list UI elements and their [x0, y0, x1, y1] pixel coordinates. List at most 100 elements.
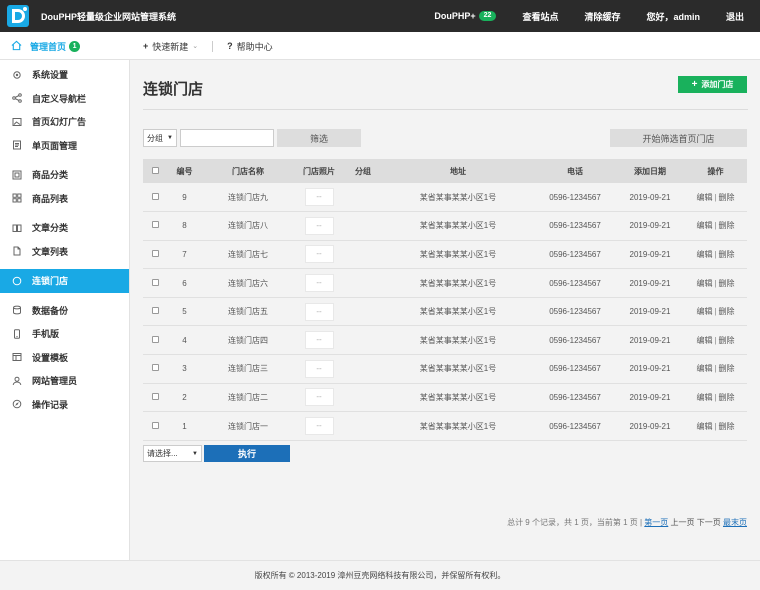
- table-row: 4 连锁门店四 -- 某省某事某某小区1号 0596-1234567 2019-09-21…: [143, 325, 747, 356]
- sidebar-item-operation-log[interactable]: 操作记录: [0, 393, 129, 417]
- row-checkbox[interactable]: [151, 249, 159, 257]
- row-select-cell: [143, 268, 167, 298]
- sidebar-item-article-category[interactable]: 文章分类: [0, 216, 129, 240]
- douphp-plus-label: DouPHP+: [434, 11, 476, 21]
- edit-link[interactable]: 编辑: [696, 193, 712, 202]
- edit-link[interactable]: 编辑: [696, 393, 712, 402]
- top-bar: DouPHP轻量级企业网站管理系统 DouPHP+ 22 查看站点 清除缓存 您…: [0, 0, 760, 32]
- delete-link[interactable]: 删除: [719, 336, 735, 345]
- edit-link[interactable]: 编辑: [696, 221, 712, 230]
- row-checkbox[interactable]: [151, 307, 159, 315]
- sidebar-item-custom-nav[interactable]: 自定义导航栏: [0, 87, 129, 111]
- sidebar-item-mobile[interactable]: 手机版: [0, 322, 129, 346]
- column-header: 电话: [534, 159, 616, 183]
- edit-link[interactable]: 编辑: [696, 307, 712, 316]
- home-store-filter-button[interactable]: 开始筛选首页门店: [610, 129, 747, 147]
- help-center-link[interactable]: ? 帮助中心: [227, 40, 273, 53]
- store-photo-cell: --: [294, 411, 344, 441]
- row-checkbox[interactable]: [151, 335, 159, 343]
- sidebar-item-template[interactable]: 设置模板: [0, 346, 129, 370]
- action-separator: |: [714, 278, 717, 288]
- edit-link[interactable]: 编辑: [696, 250, 712, 259]
- plus-icon: +: [691, 79, 698, 90]
- store-name-link[interactable]: 连锁门店五: [202, 297, 294, 327]
- select-all-checkbox[interactable]: [151, 166, 159, 174]
- delete-link[interactable]: 删除: [719, 193, 735, 202]
- store-address: 某省某事某某小区1号: [382, 240, 534, 270]
- store-name-link[interactable]: 连锁门店一: [202, 411, 294, 441]
- store-name-link[interactable]: 连锁门店四: [202, 325, 294, 356]
- delete-link[interactable]: 删除: [719, 364, 735, 373]
- delete-link[interactable]: 删除: [719, 307, 735, 316]
- last-page-link[interactable]: 最末页: [723, 518, 747, 527]
- title-divider: [143, 109, 748, 110]
- admin-home-link[interactable]: 管理首页 1: [0, 32, 130, 60]
- keyword-input[interactable]: [180, 129, 274, 147]
- row-checkbox[interactable]: [151, 221, 159, 229]
- row-select-cell: [143, 297, 167, 327]
- delete-link[interactable]: 删除: [719, 250, 735, 259]
- store-name-link[interactable]: 连锁门店二: [202, 383, 294, 413]
- edit-link[interactable]: 编辑: [696, 336, 712, 345]
- store-date: 2019-09-21: [616, 297, 684, 327]
- row-checkbox[interactable]: [151, 364, 159, 372]
- store-table: 编号 门店名称 门店照片 分组 地址 电话 添加日期 操作 9 连锁门店九 -- 某省…: [143, 159, 747, 441]
- batch-action-select[interactable]: 请选择... ▼: [143, 445, 202, 462]
- pagination-summary: 总计 9 个记录，共 1 页，当前第 1 页 |: [507, 518, 643, 527]
- sidebar-item-label: 商品分类: [32, 170, 69, 181]
- store-table-body: 9 连锁门店九 -- 某省某事某某小区1号 0596-1234567 2019-09-21…: [143, 183, 747, 441]
- view-site-link[interactable]: 查看站点: [522, 10, 558, 23]
- sidebar-item-label: 手机版: [32, 329, 60, 340]
- sidebar-item-product-list[interactable]: 商品列表: [0, 187, 129, 211]
- delete-link[interactable]: 删除: [719, 279, 735, 288]
- row-checkbox[interactable]: [151, 278, 159, 286]
- row-checkbox[interactable]: [151, 392, 159, 400]
- edit-link[interactable]: 编辑: [696, 422, 712, 431]
- first-page-link[interactable]: 第一页: [644, 518, 668, 527]
- logo-icon[interactable]: [5, 3, 31, 29]
- row-checkbox[interactable]: [151, 192, 159, 200]
- sidebar-item-single-page[interactable]: 单页面管理: [0, 134, 129, 158]
- store-name-link[interactable]: 连锁门店八: [202, 211, 294, 241]
- row-checkbox[interactable]: [151, 421, 159, 429]
- add-store-button[interactable]: + 添加门店: [678, 76, 747, 93]
- row-select-cell: [143, 240, 167, 270]
- clear-cache-link[interactable]: 清除缓存: [584, 10, 620, 23]
- delete-link[interactable]: 删除: [719, 422, 735, 431]
- logout-link[interactable]: 退出: [726, 10, 744, 23]
- sidebar-item-data-backup[interactable]: 数据备份: [0, 299, 129, 323]
- sidebar-item-admins[interactable]: 网站管理员: [0, 369, 129, 393]
- store-photo-placeholder: --: [304, 216, 334, 235]
- store-group: [344, 383, 382, 413]
- next-page-link[interactable]: 下一页: [697, 518, 721, 527]
- footer: 版权所有 © 2013-2019 漳州豆壳网络科技有限公司，并保留所有权利。: [0, 560, 760, 590]
- delete-link[interactable]: 删除: [719, 393, 735, 402]
- group-select[interactable]: 分组 ▼: [143, 129, 177, 147]
- execute-button[interactable]: 执行: [204, 445, 290, 462]
- delete-link[interactable]: 删除: [719, 221, 735, 230]
- sidebar-item-slideshow[interactable]: 首页幻灯广告: [0, 110, 129, 134]
- action-separator: |: [714, 221, 717, 231]
- douphp-plus-link[interactable]: DouPHP+ 22: [434, 11, 497, 21]
- sidebar-item-chain-stores[interactable]: 连锁门店: [0, 269, 129, 293]
- quick-new-menu[interactable]: + 快速新建 ⌄: [143, 40, 198, 53]
- filter-button[interactable]: 筛选: [277, 129, 361, 147]
- store-name-link[interactable]: 连锁门店七: [202, 240, 294, 270]
- sidebar-item-system-settings[interactable]: 系统设置: [0, 63, 129, 87]
- sidebar-item-product-category[interactable]: 商品分类: [0, 163, 129, 187]
- user-greeting[interactable]: 您好，admin: [646, 10, 700, 23]
- sidebar-item-label: 网站管理员: [32, 376, 78, 387]
- store-phone: 0596-1234567: [534, 411, 616, 441]
- row-actions: 编辑 | 删除: [684, 354, 747, 384]
- sidebar-item-article-list[interactable]: 文章列表: [0, 240, 129, 264]
- store-date: 2019-09-21: [616, 411, 684, 441]
- store-group: [344, 354, 382, 384]
- store-name-link[interactable]: 连锁门店六: [202, 268, 294, 298]
- store-name-link[interactable]: 连锁门店三: [202, 354, 294, 384]
- edit-link[interactable]: 编辑: [696, 279, 712, 288]
- edit-link[interactable]: 编辑: [696, 364, 712, 373]
- store-name-link[interactable]: 连锁门店九: [202, 183, 294, 213]
- prev-page-link[interactable]: 上一页: [671, 518, 695, 527]
- row-select-cell: [143, 354, 167, 384]
- menu-divider: [212, 40, 214, 52]
